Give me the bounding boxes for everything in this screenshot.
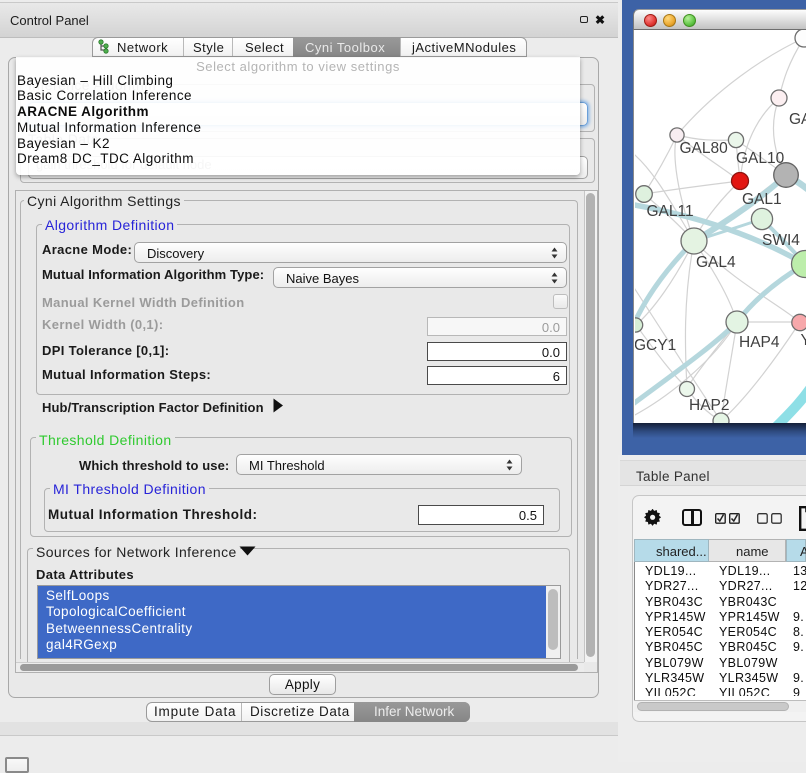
svg-text:Y: Y	[801, 332, 806, 349]
svg-text:GAL10: GAL10	[736, 150, 785, 167]
svg-text:GAL11: GAL11	[647, 203, 694, 220]
svg-text:SWI4: SWI4	[762, 232, 800, 249]
svg-text:GAL4: GAL4	[696, 254, 736, 271]
svg-text:GAL80: GAL80	[680, 140, 729, 157]
svg-text:GAL: GAL	[789, 111, 806, 128]
svg-text:GCY1: GCY1	[635, 337, 676, 354]
svg-text:GAL1: GAL1	[742, 191, 782, 208]
svg-text:HAP4: HAP4	[739, 334, 780, 351]
svg-text:HAP2: HAP2	[689, 397, 730, 414]
